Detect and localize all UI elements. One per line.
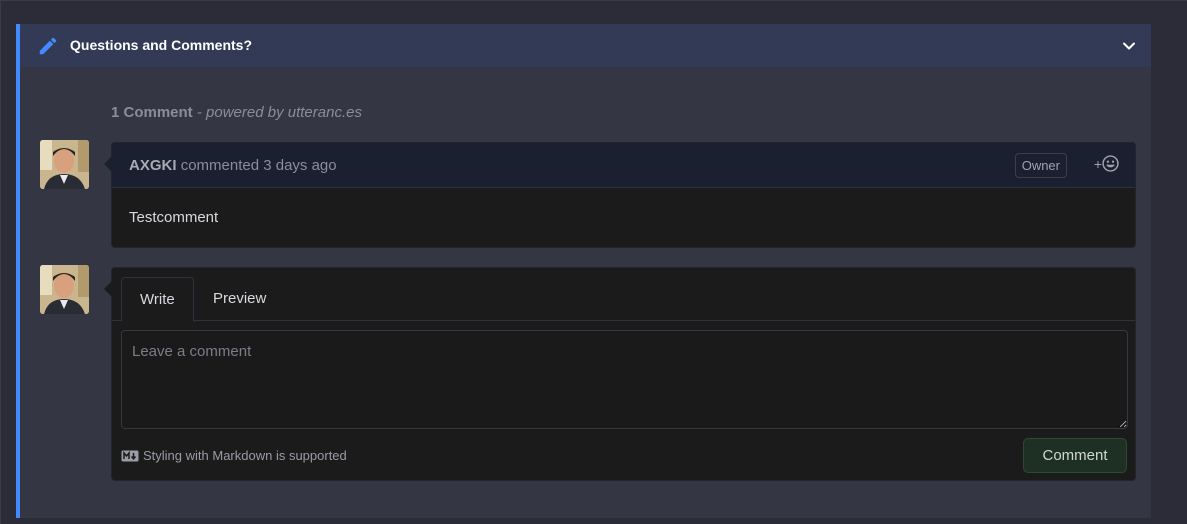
add-reaction-button[interactable]: + bbox=[1094, 155, 1119, 172]
chevron-down-icon[interactable] bbox=[1121, 38, 1137, 54]
tab-write[interactable]: Write bbox=[121, 277, 194, 322]
pencil-icon bbox=[39, 37, 57, 55]
comment-count: 1 Comment - powered by utteranc.es bbox=[111, 104, 362, 121]
comment-author[interactable]: AXGKI bbox=[129, 157, 177, 174]
owner-badge: Owner bbox=[1014, 153, 1067, 178]
comment-header: AXGKI commented 3 days ago Owner + bbox=[112, 143, 1135, 188]
panel-header[interactable]: Questions and Comments? bbox=[20, 24, 1151, 67]
smiley-icon bbox=[1102, 155, 1119, 172]
commenter-avatar[interactable] bbox=[40, 140, 89, 189]
panel-title: Questions and Comments? bbox=[70, 37, 253, 53]
current-user-avatar[interactable] bbox=[40, 265, 89, 314]
comments-panel: Questions and Comments? 1 Comment - powe… bbox=[16, 24, 1151, 518]
comment-meta: AXGKI commented 3 days ago bbox=[129, 157, 337, 174]
markdown-help-link[interactable]: Styling with Markdown is supported bbox=[121, 448, 347, 463]
reaction-plus-label: + bbox=[1093, 155, 1102, 172]
powered-by-label: - powered by utteranc.es bbox=[196, 104, 362, 121]
comment-textarea[interactable] bbox=[121, 330, 1128, 429]
submit-comment-button[interactable]: Comment bbox=[1023, 438, 1127, 473]
markdown-icon bbox=[121, 450, 139, 461]
composer-tabs: Write Preview bbox=[112, 268, 1135, 322]
comment-timestamp[interactable]: commented 3 days ago bbox=[181, 157, 337, 174]
comment-body: Testcomment bbox=[129, 209, 219, 226]
tab-preview[interactable]: Preview bbox=[195, 277, 284, 322]
markdown-hint-label: Styling with Markdown is supported bbox=[143, 448, 347, 463]
comment-composer: Write Preview Styling with Markdown is s… bbox=[104, 267, 1136, 481]
comment-card: AXGKI commented 3 days ago Owner + Testc… bbox=[104, 142, 1136, 248]
comment-count-label: 1 Comment bbox=[111, 104, 193, 121]
